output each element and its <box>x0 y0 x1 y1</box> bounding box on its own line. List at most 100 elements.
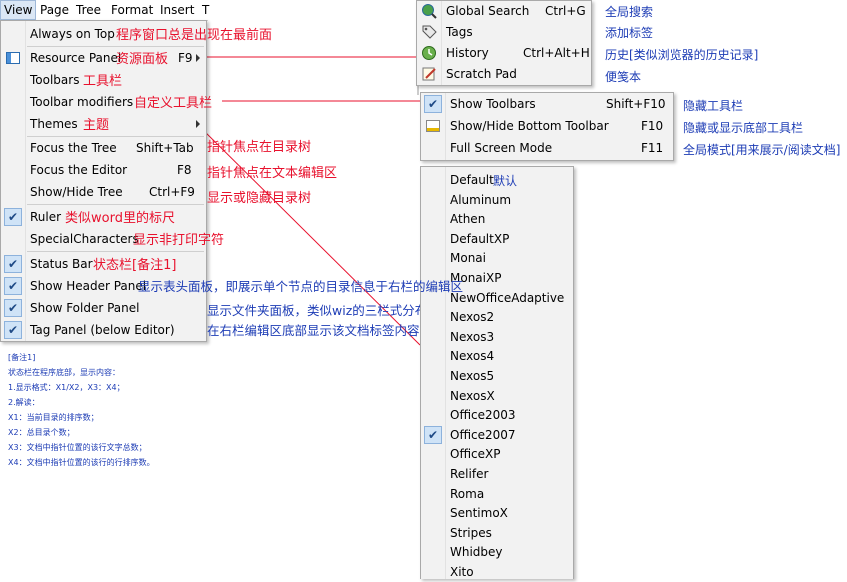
menu-item-shortcut: Ctrl+G <box>545 4 586 18</box>
note-scratch-pad: 便笺本 <box>605 70 642 84</box>
menu-item-label: Scratch Pad <box>446 67 517 81</box>
menu-item-tag-panel[interactable]: ✔ Tag Panel (below Editor) <box>1 319 206 341</box>
menu-item-label: Focus the Editor <box>30 163 128 177</box>
menu-item-label: Show Toolbars <box>450 97 536 111</box>
note-toolbars: 工具栏 <box>83 74 123 89</box>
menu-item-show-toolbars[interactable]: ✔ Show Toolbars Shift+F10 <box>421 93 673 115</box>
note-history: 历史[类似浏览器的历史记录] <box>605 48 759 62</box>
theme-item-label: Office2007 <box>450 427 516 442</box>
menu-item-tags[interactable]: Tags <box>417 22 591 43</box>
theme-item-sentimox[interactable]: SentimoX <box>421 503 573 523</box>
theme-item-label: Nexos2 <box>450 310 495 325</box>
note-tag-panel: 在右栏编辑区底部显示该文档标签内容 <box>207 323 420 338</box>
menu-item-show-hide-bottom-toolbar[interactable]: Show/Hide Bottom Toolbar F10 <box>421 115 673 137</box>
menu-item-global-search[interactable]: Global Search Ctrl+G <box>417 1 591 22</box>
theme-item-label: Monai <box>450 251 486 266</box>
note-special-characters: 显示非打印字符 <box>133 233 225 248</box>
note-toolbar-modifiers: 自定义工具栏 <box>134 96 213 111</box>
globe-search-icon <box>421 3 437 19</box>
note-show-toolbars: 隐藏工具栏 <box>683 99 744 113</box>
menu-separator <box>27 251 204 252</box>
tags-icon <box>421 24 437 40</box>
menu-item-shortcut: F10 <box>641 119 664 133</box>
theme-item-roma[interactable]: Roma <box>421 484 573 504</box>
menu-item-shortcut: F11 <box>641 141 664 155</box>
theme-item-stripes[interactable]: Stripes <box>421 523 573 543</box>
note-themes: 主题 <box>83 118 110 133</box>
theme-item-xito[interactable]: Xito <box>421 562 573 582</box>
menu-item-label: Toolbar modifiers <box>30 95 134 109</box>
menu-item-label: SpecialCharacters <box>30 232 139 246</box>
theme-item-nexos2[interactable]: Nexos2 <box>421 307 573 327</box>
theme-item-monai[interactable]: Monai <box>421 248 573 268</box>
resource-panel-icon <box>5 50 21 66</box>
menu-item-shortcut: Ctrl+F9 <box>149 185 195 199</box>
theme-item-nexosx[interactable]: NexosX <box>421 386 573 406</box>
theme-item-label: Aluminum <box>450 192 512 207</box>
theme-item-nexos5[interactable]: Nexos5 <box>421 366 573 386</box>
menu-item-show-folder-panel[interactable]: ✔ Show Folder Panel <box>1 297 206 319</box>
theme-item-label: SentimoX <box>450 506 508 521</box>
theme-item-officexp[interactable]: OfficeXP <box>421 444 573 464</box>
footnote-line: X2：总目录个数； <box>8 428 75 437</box>
menu-item-focus-tree[interactable]: Focus the Tree Shift+Tab <box>1 137 206 159</box>
theme-item-label: OfficeXP <box>450 447 501 462</box>
checkmark-icon: ✔ <box>4 208 22 226</box>
menu-item-focus-editor[interactable]: Focus the Editor F8 <box>1 159 206 181</box>
menu-item-label: Tag Panel (below Editor) <box>30 323 175 337</box>
menu-item-label: Show Folder Panel <box>30 301 140 315</box>
menu-item-label: Themes <box>30 117 78 131</box>
theme-item-label: Athen <box>450 212 486 227</box>
theme-item-label: Roma <box>450 486 485 501</box>
note-resource-panel: 资源面板 <box>116 52 169 67</box>
checkmark-icon: ✔ <box>4 277 22 295</box>
menu-item-label: Always on Top <box>30 27 115 41</box>
menu-item-full-screen-mode[interactable]: Full Screen Mode F11 <box>421 137 673 159</box>
menu-item-shortcut: Shift+Tab <box>136 141 194 155</box>
checkmark-icon: ✔ <box>424 95 442 113</box>
note-always-on-top: 程序窗口总是出现在最前面 <box>116 28 273 43</box>
menu-item-scratch-pad[interactable]: Scratch Pad <box>417 64 591 85</box>
menu-item-resource-panel[interactable]: Resource Panel F9 <box>1 47 206 69</box>
theme-item-label: Nexos3 <box>450 329 495 344</box>
checkmark-icon: ✔ <box>424 425 442 444</box>
theme-item-relifer[interactable]: Relifer <box>421 464 573 484</box>
bottom-toolbar-icon <box>425 118 441 134</box>
theme-item-label: Default <box>450 173 494 187</box>
theme-item-defaultxp[interactable]: DefaultXP <box>421 229 573 249</box>
menu-item-show-hide-tree[interactable]: Show/Hide Tree Ctrl+F9 <box>1 181 206 203</box>
theme-item-office2003[interactable]: Office2003 <box>421 405 573 425</box>
theme-item-label: Nexos5 <box>450 369 495 383</box>
theme-item-athen[interactable]: Athen <box>421 209 573 229</box>
menu-separator <box>27 204 204 205</box>
checkmark-icon: ✔ <box>4 255 22 273</box>
theme-item-label: Xito <box>450 565 474 579</box>
note-show-header-panel: 显示表头面板，即展示单个节点的目录信息于右栏的编辑区 <box>138 279 464 294</box>
menu-item-label: History <box>446 46 489 60</box>
theme-item-nexos4[interactable]: Nexos4 <box>421 346 573 366</box>
footnote-line: X4：文档中指针位置的该行的行排序数。 <box>8 458 155 467</box>
menu-item-label: Toolbars <box>30 73 80 87</box>
menu-item-label: Status Bar <box>30 257 93 271</box>
toolbars-submenu: ✔ Show Toolbars Shift+F10 Show/Hide Bott… <box>420 92 674 161</box>
theme-item-aluminum[interactable]: Aluminum <box>421 190 573 210</box>
submenu-arrow-icon <box>196 120 200 128</box>
menu-item-label: Global Search <box>446 4 530 18</box>
theme-item-whidbey[interactable]: Whidbey <box>421 542 573 562</box>
footnote-line: 状态栏在程序底部，显示内容： <box>8 368 120 377</box>
checkmark-icon: ✔ <box>4 299 22 317</box>
menu-item-shortcut: F9 <box>178 51 193 65</box>
note-show-hide-tree: 显示或隐藏目录树 <box>207 191 312 206</box>
note-bottom-toolbar: 隐藏或显示底部工具栏 <box>683 121 804 135</box>
note-tags: 添加标签 <box>605 26 654 40</box>
footnote-line: 2.解读： <box>8 398 40 407</box>
menu-item-label: Focus the Tree <box>30 141 117 155</box>
checkmark-icon: ✔ <box>4 321 22 339</box>
menu-item-shortcut: Ctrl+Alt+H <box>523 46 590 60</box>
note-full-screen: 全局模式[用来展示/阅读文档] <box>683 143 841 157</box>
menu-item-history[interactable]: History Ctrl+Alt+H <box>417 43 591 64</box>
theme-item-nexos3[interactable]: Nexos3 <box>421 327 573 347</box>
menu-item-label: Resource Panel <box>30 51 122 65</box>
theme-item-office2007[interactable]: ✔ Office2007 <box>421 425 573 445</box>
status-bar-footnote: [备注1] 状态栏在程序底部，显示内容： 1.显示格式：X1/X2，X3：X4； 2.… <box>8 350 155 470</box>
